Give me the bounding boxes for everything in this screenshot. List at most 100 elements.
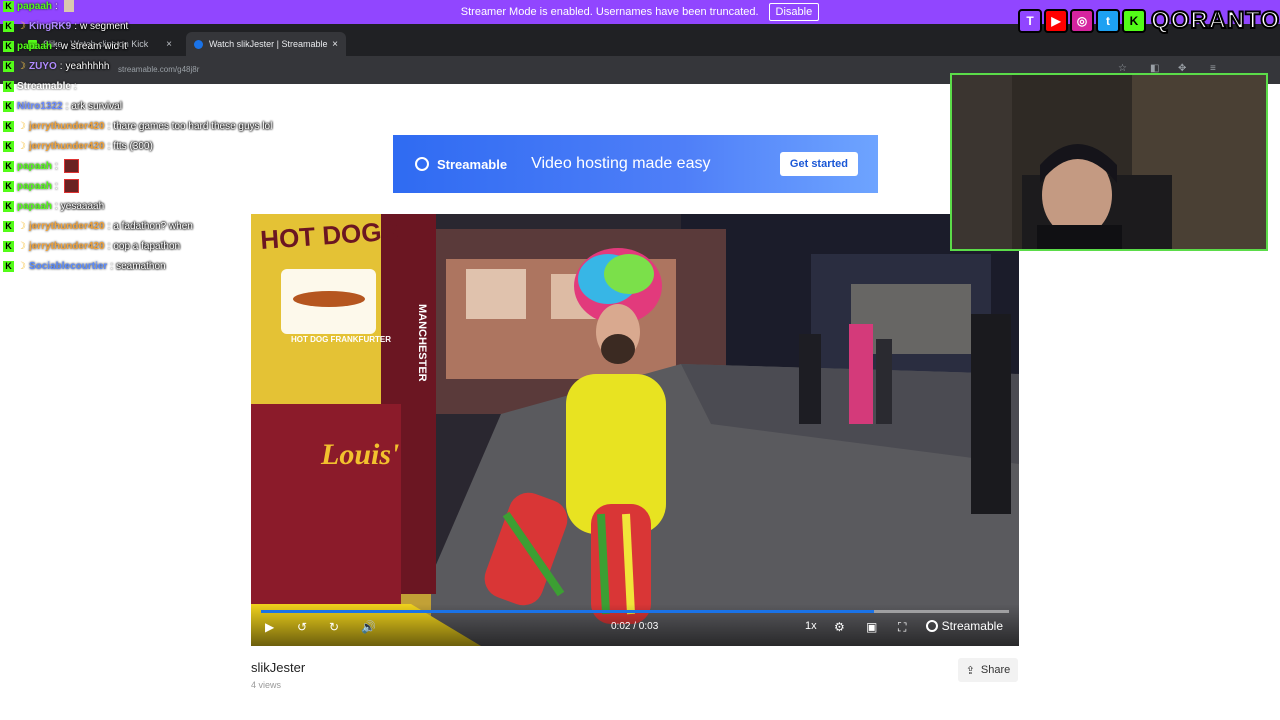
kick-badge-icon: K: [3, 120, 14, 132]
kick-badge-icon: K: [3, 160, 14, 172]
kick-badge-icon: K: [3, 240, 14, 252]
chat-message: Kpapaah: yesaaaah: [0, 197, 104, 215]
video-frame: HOT DOGS HOT DOG FRANKFURTER Louis' MANC…: [251, 214, 1019, 646]
chat-text: w stream wid it: [60, 40, 127, 52]
chat-username[interactable]: papaah: [17, 1, 52, 12]
chat-separator: :: [107, 220, 111, 232]
chat-text: a fadathon? when: [113, 220, 193, 232]
play-icon[interactable]: ▶: [265, 620, 274, 634]
moon-badge-icon: ☽: [17, 140, 26, 152]
chat-separator: :: [107, 240, 111, 252]
chat-separator: :: [55, 160, 58, 172]
moon-badge-icon: ☽: [17, 120, 26, 132]
kick-icon: K: [1122, 9, 1146, 33]
chat-separator: :: [73, 80, 77, 92]
kick-badge-icon: K: [3, 260, 14, 272]
chat-message: K ☽ jerrythunder420: thare games too hard t…: [0, 117, 272, 135]
chat-message: K ☽ jerrythunder420: oop a fapathon: [0, 237, 180, 255]
get-started-button[interactable]: Get started: [779, 152, 858, 176]
frankfurter-sign: HOT DOG FRANKFURTER: [291, 335, 391, 344]
kick-badge-icon: K: [3, 0, 14, 12]
chat-username[interactable]: jerrythunder420: [29, 141, 105, 152]
kick-badge-icon: K: [3, 40, 14, 52]
streamable-logo-icon: [925, 620, 938, 632]
chat-message: Kpapaah:: [0, 0, 74, 15]
disable-button[interactable]: Disable: [768, 3, 820, 21]
chat-message: K ☽ KingRK9: w segment: [0, 17, 128, 35]
banner-brand: Streamable: [437, 156, 508, 172]
moon-badge-icon: ☽: [17, 60, 26, 72]
video-title: slikJester: [251, 660, 306, 675]
kick-badge-icon: K: [3, 140, 14, 152]
chat-text: oop a fapathon: [113, 240, 181, 252]
chat-separator: :: [55, 180, 58, 192]
twitch-icon: T: [1018, 9, 1042, 33]
chat-text: thare games too hard these guys lol: [113, 120, 273, 132]
chat-message: K Nitro1322: ark survival: [0, 97, 122, 115]
youtube-icon: ▶: [1044, 9, 1068, 33]
chat-username[interactable]: jerrythunder420: [29, 241, 105, 252]
chat-username[interactable]: jerrythunder420: [29, 221, 105, 232]
time-display: 0:02 / 0:03: [611, 621, 659, 632]
volume-icon[interactable]: 🔊: [361, 620, 376, 634]
chat-separator: :: [74, 20, 77, 32]
chat-text: ark survival: [71, 100, 122, 112]
chat-username[interactable]: jerrythunder420: [29, 121, 105, 132]
forward-icon[interactable]: ↻: [329, 620, 339, 634]
chat-text: yesaaaah: [60, 200, 105, 212]
chat-message: Kpapaah:: [0, 157, 79, 175]
chat-separator: :: [59, 60, 63, 72]
chat-username[interactable]: papaah: [17, 41, 52, 52]
playback-speed[interactable]: 1x: [805, 620, 817, 632]
louis-sign: Louis': [320, 438, 399, 471]
socials-overlay: T ▶ ◎ t K QORANTOS: [1018, 4, 1280, 38]
webcam-frame: [952, 75, 1266, 249]
streamable-logo-icon: [415, 157, 429, 171]
chat-separator: :: [55, 0, 58, 12]
chat-separator: :: [55, 200, 58, 212]
close-tab-icon[interactable]: ×: [332, 39, 338, 50]
rewind-icon[interactable]: ↺: [297, 620, 307, 634]
chat-message: K ☽ ZUYO: yeahhhhh: [0, 57, 109, 75]
twitter-icon: t: [1096, 9, 1120, 33]
chat-username[interactable]: Streamable: [17, 81, 71, 92]
chat-username[interactable]: papaah: [17, 161, 52, 172]
banner-logo: Streamable: [415, 157, 507, 172]
share-button[interactable]: ⇪ Share: [958, 658, 1018, 682]
chat-message: K ☽ jerrythunder420: a fadathon? when: [0, 217, 193, 235]
player-brand[interactable]: Streamable: [925, 619, 1003, 633]
moon-badge-icon: ☽: [17, 260, 26, 272]
kick-badge-icon: K: [3, 100, 14, 112]
chat-separator: :: [107, 120, 111, 132]
chat-username[interactable]: papaah: [17, 201, 52, 212]
chat-username[interactable]: ZUYO: [29, 61, 57, 72]
kick-badge-icon: K: [3, 20, 14, 32]
chat-text: ftts (300): [113, 140, 153, 152]
chat-separator: :: [110, 260, 114, 272]
streamer-name: QORANTOS: [1150, 6, 1280, 35]
ad-banner[interactable]: Streamable Video hosting made easy Get s…: [393, 135, 878, 193]
moon-badge-icon: ☽: [17, 20, 26, 32]
manchester-sign: MANCHESTER: [416, 304, 428, 382]
instagram-icon: ◎: [1070, 9, 1094, 33]
fullscreen-icon[interactable]: ⛶: [898, 620, 906, 635]
chat-username[interactable]: Sociablecourtier: [29, 261, 107, 272]
video-player[interactable]: HOT DOGS HOT DOG FRANKFURTER Louis' MANC…: [251, 214, 1019, 646]
pip-icon[interactable]: ▣: [866, 620, 877, 634]
chat-emote: [63, 0, 74, 12]
chat-username[interactable]: Nitro1322: [17, 101, 63, 112]
chat-username[interactable]: KingRK9: [29, 21, 71, 32]
progress-bar[interactable]: [261, 610, 1009, 613]
chat-text: seamathon: [116, 260, 166, 272]
chat-message: Kpapaah: w stream wid it: [0, 37, 127, 55]
chat-emote: [63, 179, 79, 193]
chat-overlay: Kpapaah: K ☽ KingRK9: w segment Kpapaah: w str…: [0, 0, 320, 300]
chat-username[interactable]: papaah: [17, 181, 52, 192]
chat-message: K ☽ Sociablecourtier: seamathon: [0, 257, 166, 275]
video-controls: ▶ ↺ ↻ 🔊 0:02 / 0:03 1x ⚙ ▣ ⛶ Streamable: [251, 604, 1019, 646]
settings-icon[interactable]: ⚙: [834, 620, 845, 634]
view-count: 4 views: [251, 680, 282, 690]
kick-badge-icon: K: [3, 200, 14, 212]
kick-badge-icon: K: [3, 220, 14, 232]
chat-separator: :: [107, 140, 111, 152]
